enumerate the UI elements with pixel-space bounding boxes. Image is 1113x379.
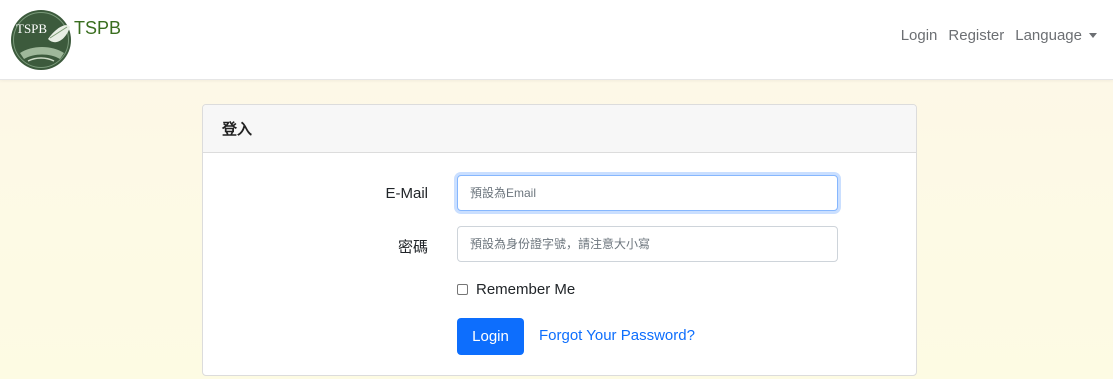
card-title: 登入 [222,121,253,138]
login-card: 登入 E-Mail 密碼 Remember Me Login Forgot Yo… [202,104,917,376]
logo-text: TSPB [16,21,47,36]
password-label: 密碼 [397,239,428,256]
remember-me-checkbox[interactable] [457,284,468,295]
email-field[interactable] [457,175,838,211]
password-field[interactable] [457,226,838,262]
remember-me-group: Remember Me [457,281,575,298]
email-label: E-Mail [385,185,428,202]
nav-register-link[interactable]: Register [948,27,1004,44]
language-dropdown[interactable]: Language [1015,27,1097,44]
caret-down-icon [1089,32,1097,38]
login-button[interactable]: Login [457,318,524,355]
brand-name: TSPB [74,17,122,38]
card-header: 登入 [203,105,916,153]
language-label: Language [1015,27,1082,44]
nav-login-link[interactable]: Login [901,27,938,44]
tspb-logo-icon: TSPB [11,10,71,70]
remember-me-label[interactable]: Remember Me [476,281,575,298]
top-navbar: TSPB TSPB Login Register Language [0,0,1113,80]
forgot-password-link[interactable]: Forgot Your Password? [539,327,695,344]
nav-links: Login Register Language [890,27,1097,44]
brand-link[interactable]: TSPB TSPB [10,9,121,71]
